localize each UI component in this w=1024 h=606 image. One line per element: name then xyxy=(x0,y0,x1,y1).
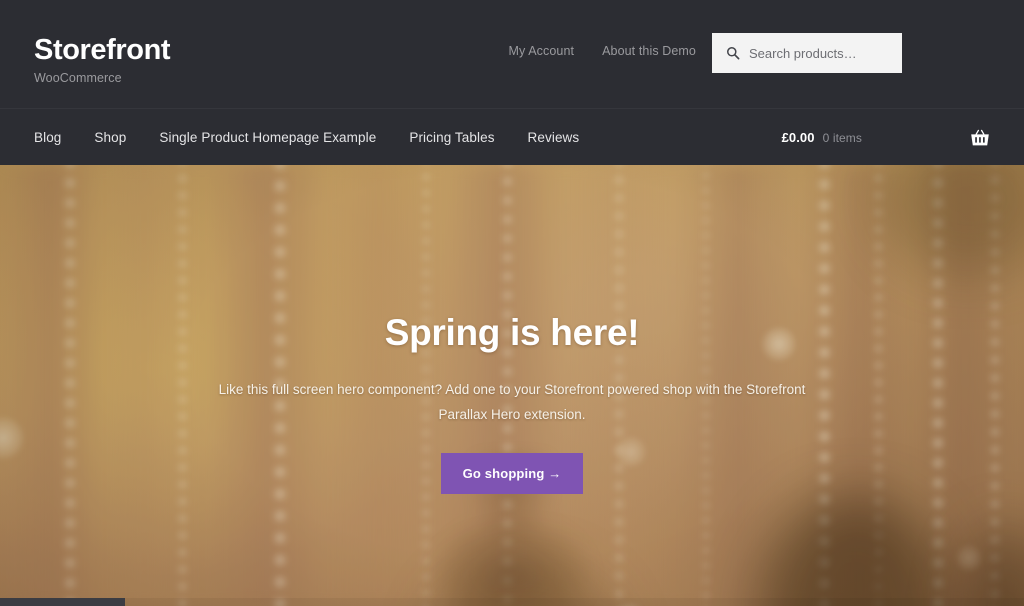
cart-total-amount: £0.00 xyxy=(781,130,815,145)
shopping-basket-icon[interactable] xyxy=(970,129,990,147)
cart-item-count: 0 items xyxy=(822,131,862,145)
go-shopping-button[interactable]: Go shopping → xyxy=(440,453,584,494)
hero-section: Spring is here! Like this full screen he… xyxy=(0,165,1024,606)
cart-area[interactable]: £0.00 0 items xyxy=(782,109,990,166)
storefront-demo-page: Storefront WooCommerce My Account About … xyxy=(0,0,1024,606)
hero-content: Spring is here! Like this full screen he… xyxy=(0,165,1024,494)
hero-description: Like this full screen hero component? Ad… xyxy=(218,382,806,422)
hero-title: Spring is here! xyxy=(384,312,640,353)
nav-link-pricing-tables[interactable]: Pricing Tables xyxy=(409,130,494,145)
site-branding[interactable]: Storefront WooCommerce xyxy=(34,33,171,87)
product-search-box[interactable] xyxy=(712,33,902,73)
nav-link-blog[interactable]: Blog xyxy=(34,130,61,145)
site-tagline: WooCommerce xyxy=(34,71,122,85)
nav-link-shop[interactable]: Shop xyxy=(94,130,126,145)
nav-link-my-account[interactable]: My Account xyxy=(508,44,574,58)
primary-navigation: Blog Shop Single Product Homepage Exampl… xyxy=(34,109,579,166)
cart-contents[interactable]: £0.00 0 items xyxy=(782,130,862,145)
nav-link-single-product-homepage-example[interactable]: Single Product Homepage Example xyxy=(159,130,376,145)
nav-link-reviews[interactable]: Reviews xyxy=(528,130,580,145)
site-title[interactable]: Storefront xyxy=(34,33,171,67)
main-navigation-bar: Blog Shop Single Product Homepage Exampl… xyxy=(0,108,1024,165)
horizontal-scrollbar-thumb[interactable] xyxy=(0,598,125,606)
search-icon xyxy=(727,47,740,60)
horizontal-scrollbar-track[interactable] xyxy=(0,598,1024,606)
search-input[interactable] xyxy=(749,45,888,61)
header-top-row: Storefront WooCommerce My Account About … xyxy=(0,0,1024,108)
nav-link-about-this-demo[interactable]: About this Demo xyxy=(602,44,696,58)
site-header: Storefront WooCommerce My Account About … xyxy=(0,0,1024,165)
secondary-navigation: My Account About this Demo xyxy=(508,44,696,58)
